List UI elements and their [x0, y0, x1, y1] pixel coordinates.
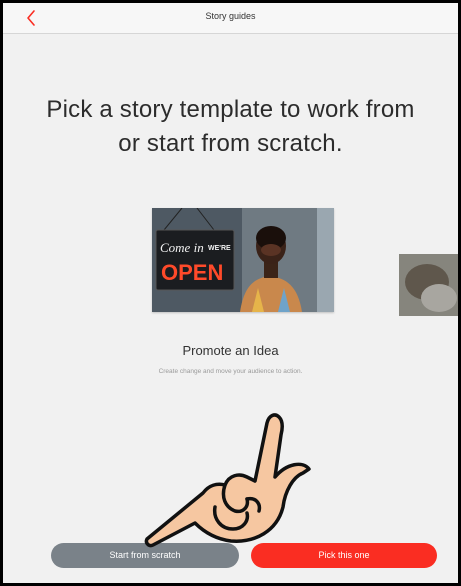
navigation-bar: Story guides [3, 3, 458, 34]
nav-title: Story guides [205, 11, 256, 21]
app-screen: Story guides Pick a story template to wo… [0, 0, 461, 586]
sign-text-were: WE'RE [208, 245, 231, 252]
page-headline: Pick a story template to work from or st… [46, 96, 415, 157]
pick-this-one-button[interactable]: Pick this one [251, 543, 437, 568]
next-template-photo [399, 254, 458, 316]
sign-text-come-in: Come in [160, 240, 204, 255]
pagination-dots: ● ● ● [214, 493, 247, 500]
start-from-scratch-button[interactable]: Start from scratch [51, 543, 239, 568]
template-description: Create change and move your audience to … [158, 368, 303, 375]
next-template-card-peek[interactable] [399, 254, 458, 316]
template-card-image[interactable]: Come in WE'RE OPEN [152, 208, 334, 312]
pointing-hand-icon [144, 413, 311, 548]
template-title: Promote an Idea [182, 343, 279, 358]
sign-text-open: OPEN [161, 260, 223, 285]
template-photo: Come in WE'RE OPEN [152, 208, 334, 312]
